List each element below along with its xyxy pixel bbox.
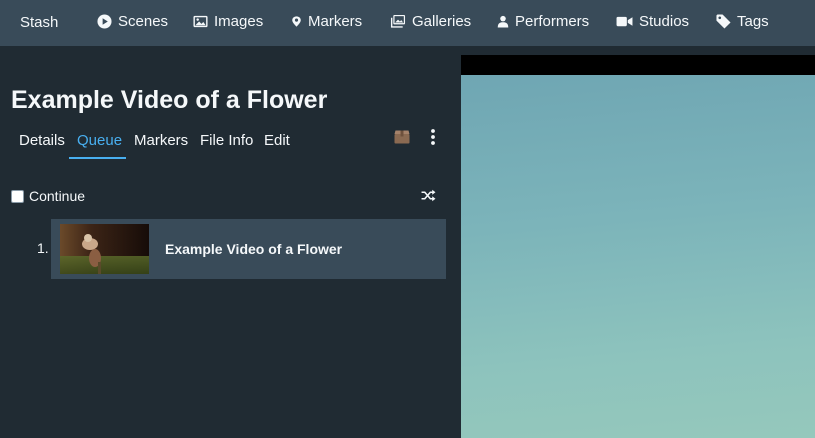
nav-galleries-label: Galleries bbox=[412, 13, 472, 30]
map-marker-icon bbox=[292, 16, 301, 27]
play-circle-icon bbox=[97, 14, 112, 29]
image-icon bbox=[193, 15, 208, 28]
tag-icon bbox=[716, 14, 731, 29]
tab-details[interactable]: Details bbox=[19, 132, 65, 149]
video-camera-icon bbox=[616, 16, 633, 27]
queue-item[interactable]: Example Video of a Flower bbox=[51, 219, 446, 279]
images-icon bbox=[390, 14, 406, 28]
nav-performers-label: Performers bbox=[515, 13, 590, 30]
nav-images[interactable]: Images bbox=[193, 13, 263, 30]
active-tab-indicator bbox=[69, 157, 126, 159]
queue-item-thumbnail bbox=[60, 224, 149, 274]
box-icon[interactable] bbox=[394, 130, 410, 144]
tab-edit[interactable]: Edit bbox=[264, 132, 290, 149]
nav-markers-label: Markers bbox=[308, 13, 363, 30]
nav-tags-label: Tags bbox=[737, 13, 769, 30]
nav-performers[interactable]: Performers bbox=[497, 13, 589, 30]
continue-toggle: Continue bbox=[11, 188, 85, 204]
nav-galleries[interactable]: Galleries bbox=[390, 13, 471, 30]
tab-markers[interactable]: Markers bbox=[134, 132, 188, 149]
scene-details-panel: Example Video of a Flower Details Queue … bbox=[0, 46, 461, 438]
kebab-menu-icon[interactable] bbox=[426, 128, 440, 146]
brand-link[interactable]: Stash bbox=[20, 14, 58, 31]
continue-label: Continue bbox=[29, 188, 86, 204]
nav-images-label: Images bbox=[214, 13, 264, 30]
shuffle-icon[interactable] bbox=[421, 189, 436, 202]
video-frame bbox=[461, 75, 815, 438]
scene-tabs: Details Queue Markers File Info Edit bbox=[0, 130, 461, 160]
continue-checkbox[interactable] bbox=[11, 189, 24, 203]
nav-studios[interactable]: Studios bbox=[616, 13, 689, 30]
nav-scenes[interactable]: Scenes bbox=[97, 13, 168, 30]
top-navbar: Stash Scenes Images Markers Galleries Pe… bbox=[0, 0, 815, 46]
user-icon bbox=[497, 15, 509, 28]
scene-title: Example Video of a Flower bbox=[11, 86, 328, 114]
video-player[interactable] bbox=[461, 55, 815, 438]
nav-markers[interactable]: Markers bbox=[291, 13, 362, 30]
nav-studios-label: Studios bbox=[639, 13, 690, 30]
nav-scenes-label: Scenes bbox=[118, 13, 169, 30]
tab-queue[interactable]: Queue bbox=[77, 132, 122, 149]
nav-tags[interactable]: Tags bbox=[716, 13, 769, 30]
queue-item-title: Example Video of a Flower bbox=[165, 241, 343, 257]
queue-item-number: 1. bbox=[37, 240, 49, 256]
tab-file-info[interactable]: File Info bbox=[200, 132, 253, 149]
